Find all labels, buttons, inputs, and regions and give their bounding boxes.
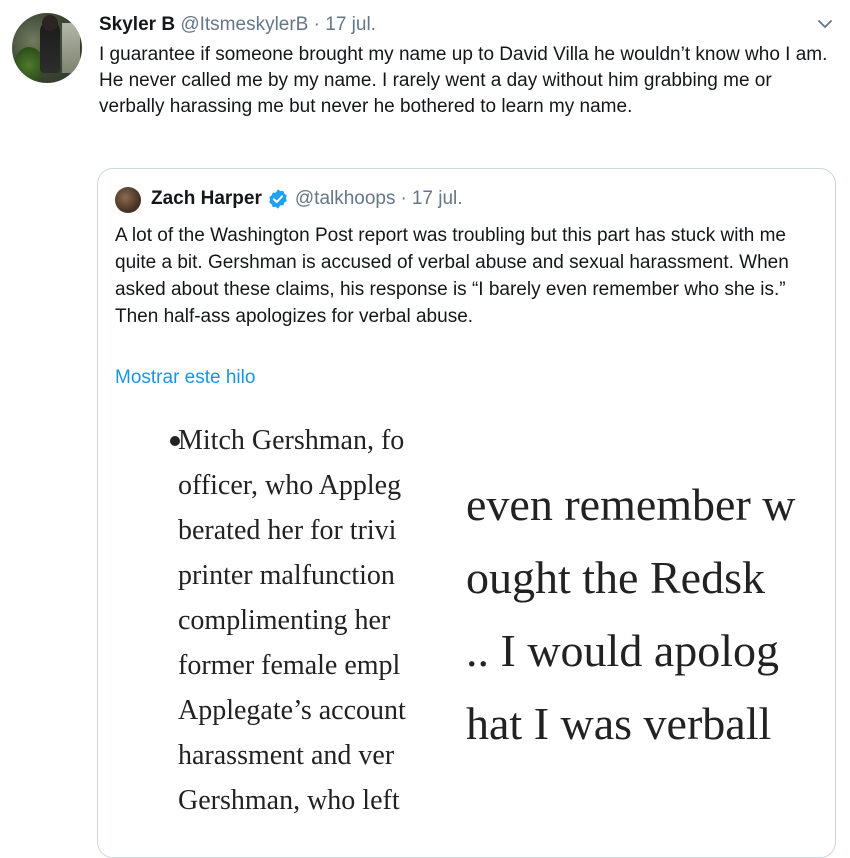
verified-badge-icon — [269, 189, 287, 209]
zoomed-line: ought the Redsk — [466, 552, 765, 603]
quoted-author-name[interactable]: Zach Harper — [151, 188, 262, 210]
quoted-tweet-date[interactable]: 17 jul. — [412, 188, 463, 210]
quoted-tweet-text: A lot of the Washington Post report was … — [115, 225, 789, 327]
article-line: former female empl — [178, 650, 401, 681]
tweet-text: I guarantee if someone brought my name u… — [99, 44, 828, 117]
avatar-head — [42, 15, 58, 31]
article-line: harassment and ver — [178, 740, 395, 771]
article-line: berated her for trivi — [178, 515, 397, 546]
tweet-date[interactable]: 17 jul. — [325, 14, 376, 35]
article-zoomed-quote: even remember w ought the Redsk .. I wou… — [466, 468, 835, 760]
article-line: printer malfunction — [178, 560, 395, 591]
quoted-author-avatar[interactable] — [115, 187, 141, 213]
tweet-header: Skyler B @ItsmeskylerB · 17 jul. — [99, 14, 376, 36]
author-handle[interactable]: @ItsmeskylerB — [180, 14, 308, 35]
quoted-tweet-header: Zach Harper @talkhoops · 17 jul. — [151, 188, 463, 210]
quoted-author-handle[interactable]: @talkhoops — [295, 188, 396, 210]
zoomed-line: .. I would apolog — [466, 625, 780, 676]
zoomed-line: hat I was verball — [466, 698, 772, 749]
show-thread-link[interactable]: Mostrar este hilo — [115, 367, 255, 389]
article-line: Mitch Gershman, fo — [178, 425, 405, 456]
zoomed-line: even remember w — [466, 479, 796, 530]
quoted-header-separator: · — [400, 188, 407, 209]
header-separator: · — [313, 14, 320, 35]
quoted-media-image[interactable]: Mitch Gershman, fo officer, who Appleg b… — [98, 404, 835, 857]
author-name[interactable]: Skyler B — [99, 14, 175, 35]
chevron-down-icon[interactable] — [815, 14, 835, 34]
article-text-column: Mitch Gershman, fo officer, who Appleg b… — [178, 418, 466, 823]
article-line: officer, who Appleg — [178, 470, 402, 501]
article-line: Gershman, who left — [178, 785, 400, 816]
quoted-tweet[interactable]: Zach Harper @talkhoops · 17 jul. A lot o… — [97, 168, 836, 858]
article-line: Applegate’s account — [178, 695, 406, 726]
avatar-background — [62, 23, 80, 73]
author-avatar[interactable] — [12, 13, 82, 83]
article-line: complimenting her — [178, 605, 391, 636]
